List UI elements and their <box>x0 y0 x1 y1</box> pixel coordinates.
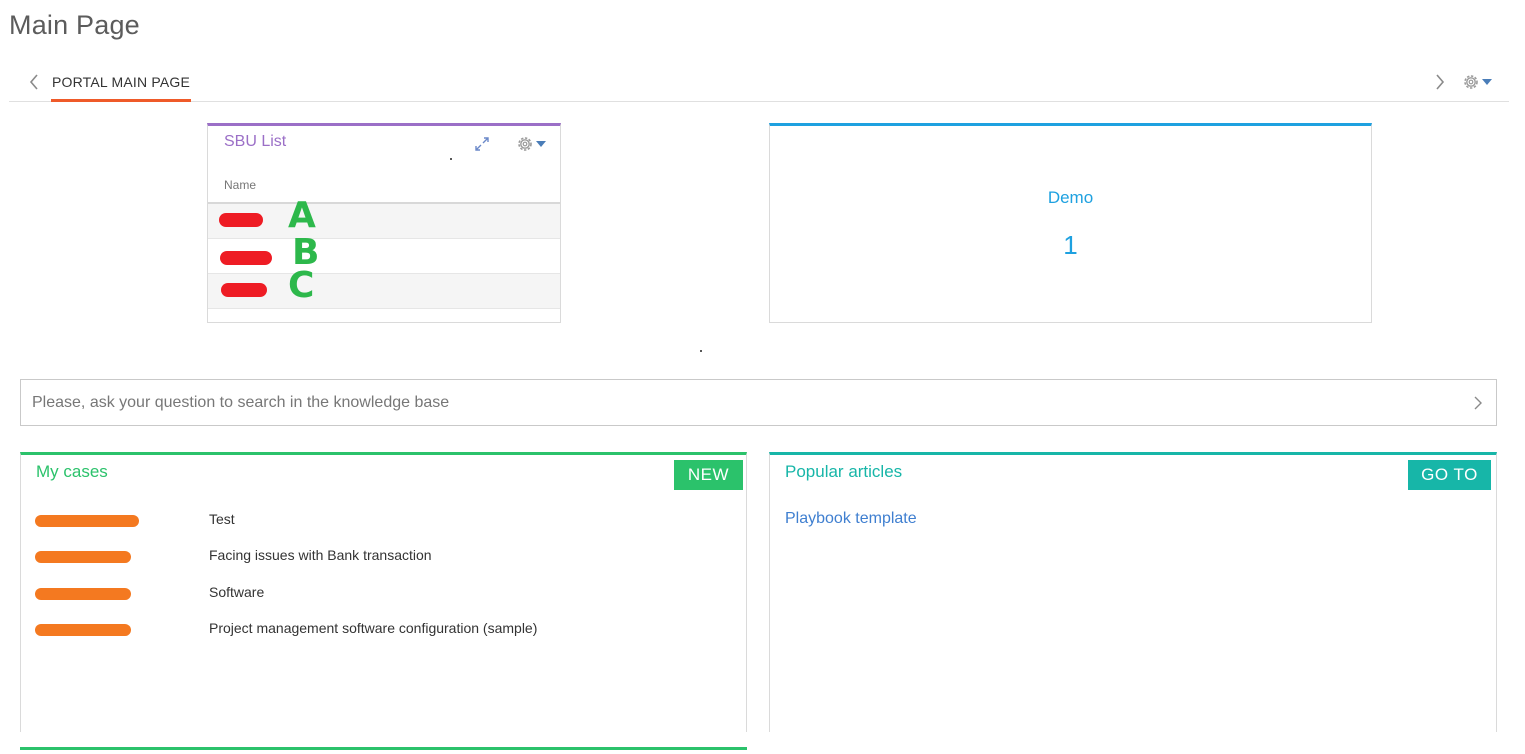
widget-title: SBU List <box>224 133 287 150</box>
redaction-mark <box>35 588 131 600</box>
widget-title: My cases <box>36 462 108 481</box>
page-title: Main Page <box>9 10 140 40</box>
next-widget-accent <box>20 747 747 750</box>
new-case-button[interactable]: NEW <box>674 460 743 490</box>
list-item[interactable]: B <box>208 235 560 274</box>
knowledge-base-search <box>20 379 1497 426</box>
stray-dot <box>700 350 702 352</box>
search-input[interactable] <box>21 380 1451 425</box>
widget-settings-button[interactable] <box>515 134 551 154</box>
case-subject: Test <box>209 511 235 527</box>
widget-title: Popular articles <box>785 462 903 481</box>
metric-label: Demo <box>1047 188 1094 207</box>
tab-bar: PORTAL MAIN PAGE <box>9 62 1509 102</box>
case-row[interactable]: Facing issues with Bank transaction <box>21 545 746 569</box>
tab-settings-button[interactable] <box>1461 71 1499 93</box>
case-subject: Facing issues with Bank transaction <box>209 547 432 563</box>
expand-icon[interactable] <box>473 135 491 153</box>
caret-down-icon <box>536 141 546 147</box>
go-to-button[interactable]: GO TO <box>1408 460 1491 490</box>
chevron-left-icon[interactable] <box>23 70 45 94</box>
gear-icon <box>518 137 532 151</box>
sbu-list-widget: SBU List Name A B C <box>207 123 561 323</box>
my-cases-widget: My cases NEW Test Facing issues with Ban… <box>20 452 747 732</box>
case-subject: Project management software configuratio… <box>209 620 538 636</box>
list-item[interactable]: A <box>208 198 560 239</box>
redaction-mark <box>35 624 131 636</box>
case-row[interactable]: Project management software configuratio… <box>21 618 746 642</box>
popular-articles-widget: Popular articles GO TO Playbook template <box>769 452 1497 732</box>
demo-widget: Demo 1 <box>769 123 1372 323</box>
redaction-mark <box>35 551 131 563</box>
sbu-list: A B C <box>208 198 560 309</box>
case-row[interactable]: Test <box>21 509 746 533</box>
article-link[interactable]: Playbook template <box>785 510 917 528</box>
annotation-letter: C <box>288 265 315 306</box>
chevron-right-icon[interactable] <box>1468 392 1488 414</box>
case-row[interactable]: Software <box>21 582 746 606</box>
redaction-mark <box>35 515 139 527</box>
stray-dot <box>450 158 452 160</box>
case-subject: Software <box>209 584 265 600</box>
redaction-mark <box>219 213 263 227</box>
tab-label: PORTAL MAIN PAGE <box>51 74 191 90</box>
annotation-letter: A <box>288 195 316 236</box>
redaction-mark <box>221 283 267 297</box>
metric-value: 1 <box>1063 230 1078 260</box>
tab-portal-main-page[interactable]: PORTAL MAIN PAGE <box>51 62 191 102</box>
column-header-name[interactable]: Name <box>224 178 256 192</box>
caret-down-icon <box>1482 79 1492 85</box>
gear-icon <box>1464 75 1478 89</box>
chevron-right-icon[interactable] <box>1429 70 1451 94</box>
redaction-mark <box>220 251 272 265</box>
list-item[interactable]: C <box>208 268 560 309</box>
